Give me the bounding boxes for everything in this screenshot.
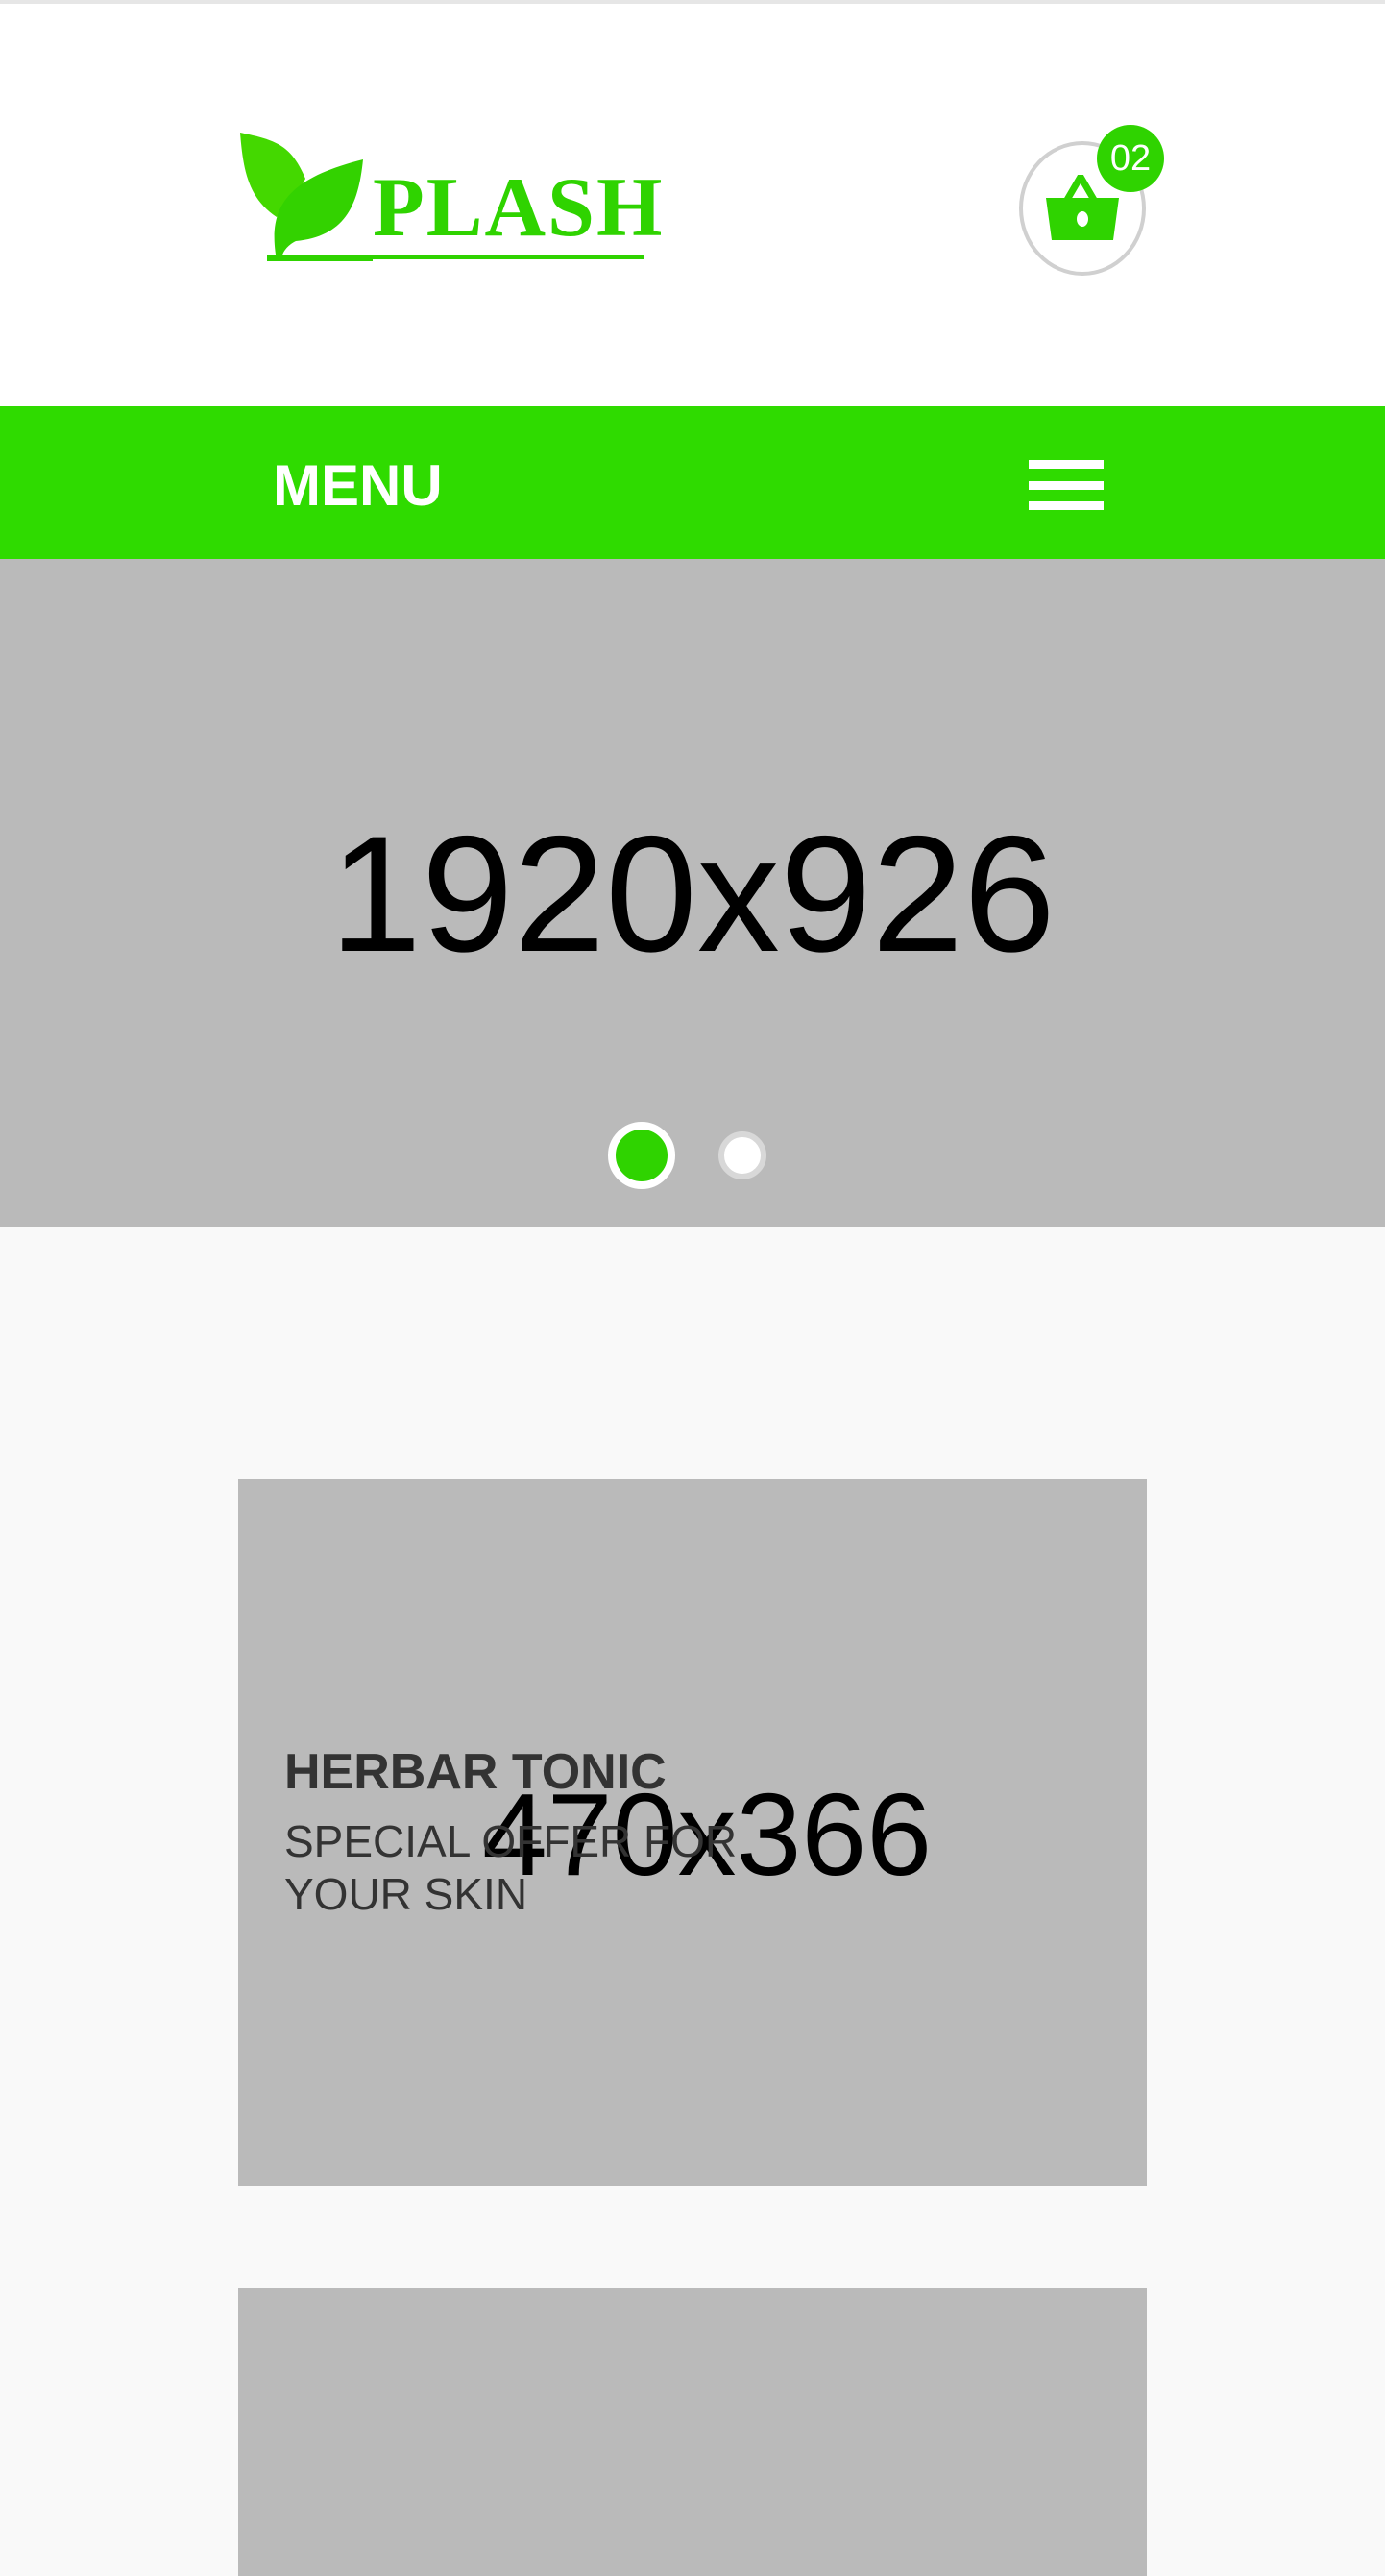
hero-slider: 1920x926 — [0, 559, 1385, 1227]
hero-image-placeholder: 1920x926 — [329, 802, 1056, 986]
logo-text: PLASH — [373, 161, 665, 255]
promo-card[interactable]: 470x366 HERBAR TONIC SPECIAL OFFER FOR Y… — [238, 1479, 1147, 2186]
menu-bar: MENU — [0, 406, 1385, 559]
logo[interactable]: PLASH — [238, 131, 690, 261]
slider-dot-2[interactable] — [718, 1131, 766, 1179]
card-subtitle: SPECIAL OFFER FOR YOUR SKIN — [284, 1816, 738, 1919]
card-title: HERBAR TONIC — [284, 1744, 667, 1800]
promo-card-2[interactable] — [238, 2288, 1147, 2576]
hamburger-icon[interactable] — [1029, 460, 1104, 510]
leaf-icon — [240, 133, 690, 261]
site-header: PLASH 02 — [0, 4, 1385, 406]
cart-count-badge: 02 — [1097, 125, 1164, 192]
slider-dot-1-active[interactable] — [608, 1122, 675, 1189]
logo-underline — [267, 255, 644, 259]
menu-label[interactable]: MENU — [273, 452, 443, 519]
